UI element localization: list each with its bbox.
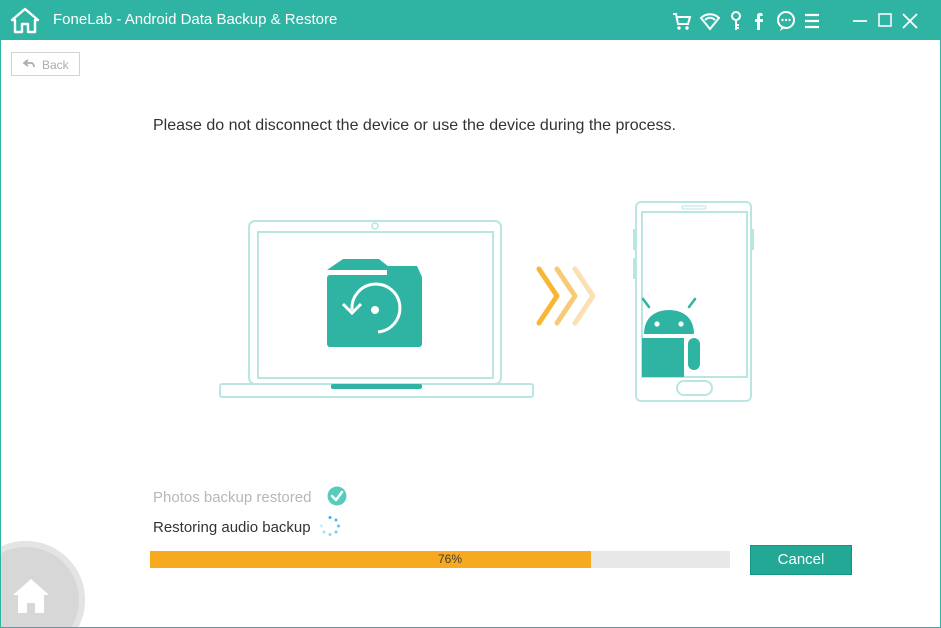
facebook-icon[interactable] xyxy=(748,9,772,33)
android-icon xyxy=(641,297,700,377)
transfer-illustration xyxy=(219,201,754,402)
app-title: FoneLab - Android Data Backup & Restore xyxy=(53,11,338,28)
laptop-illustration xyxy=(219,220,534,398)
menu-icon[interactable] xyxy=(800,9,824,33)
back-button[interactable]: Back xyxy=(11,52,80,76)
check-icon xyxy=(327,486,347,506)
back-label: Back xyxy=(42,58,69,72)
close-icon[interactable] xyxy=(898,9,922,33)
cart-icon[interactable] xyxy=(670,9,694,33)
transfer-arrows-icon xyxy=(536,266,596,326)
camera-restore-icon xyxy=(327,259,422,347)
cancel-button[interactable]: Cancel xyxy=(750,545,852,575)
chat-icon[interactable] xyxy=(774,9,798,33)
home-icon[interactable] xyxy=(10,7,40,34)
key-icon[interactable] xyxy=(724,9,748,33)
title-bar: FoneLab - Android Data Backup & Restore xyxy=(1,1,940,40)
app-window: FoneLab - Android Data Backup & Restore xyxy=(0,0,941,628)
spinner-icon xyxy=(320,516,340,536)
instruction-text: Please do not disconnect the device or u… xyxy=(153,117,676,134)
floating-home-button[interactable] xyxy=(1,541,85,627)
status-restoring-audio: Restoring audio backup xyxy=(153,519,311,536)
back-arrow-icon xyxy=(23,59,35,68)
status-photos-restored: Photos backup restored xyxy=(153,489,312,506)
restore-progress-bar: 76% xyxy=(150,551,730,568)
home-icon xyxy=(13,579,49,613)
phone-illustration xyxy=(633,201,754,402)
maximize-icon[interactable] xyxy=(873,9,897,33)
wifi-icon[interactable] xyxy=(698,9,722,33)
minimize-icon[interactable] xyxy=(848,9,872,33)
progress-percent-label: 76% xyxy=(437,552,463,566)
